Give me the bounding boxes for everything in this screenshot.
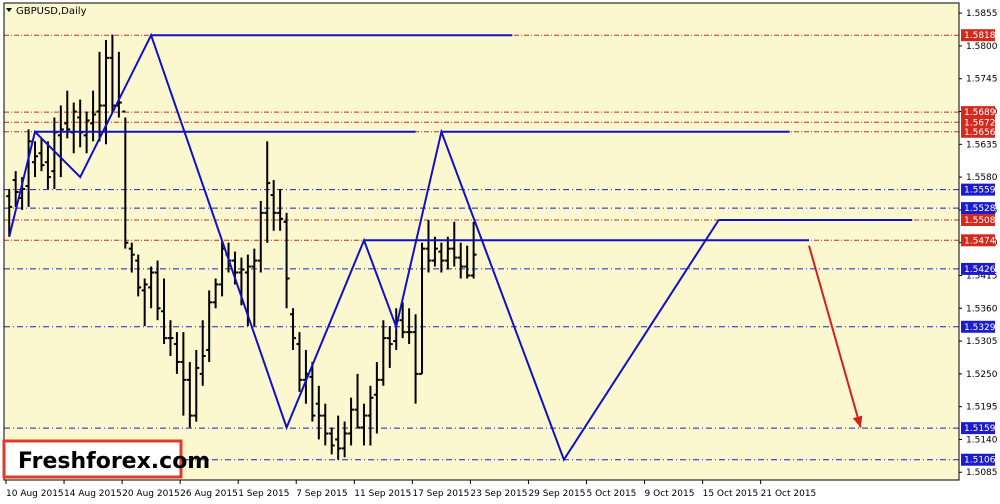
- level-price-tag-text: 1.5818: [964, 31, 996, 41]
- level-price-tag: 1.5508: [961, 214, 996, 227]
- y-tick-label: 1.5855: [966, 9, 998, 19]
- level-price-tag-text: 1.5159: [964, 424, 996, 434]
- y-tick-label: 1.5305: [966, 337, 998, 347]
- level-price-tag-text: 1.5474: [964, 236, 996, 246]
- level-price-tag: 1.5656: [961, 125, 996, 138]
- level-price-tag-text: 1.5106: [964, 456, 996, 466]
- x-tick-label: 11 Sep 2015: [354, 489, 411, 499]
- x-tick-label: 20 Aug 2015: [122, 489, 180, 499]
- x-tick-label: 1 Sep 2015: [238, 489, 289, 499]
- x-tick-label: 26 Aug 2015: [180, 489, 238, 499]
- level-price-tag-text: 1.5508: [964, 216, 996, 226]
- y-tick-label: 1.5085: [966, 468, 998, 478]
- x-tick-label: 21 Oct 2015: [761, 489, 817, 499]
- y-tick-label: 1.5580: [966, 173, 998, 183]
- symbol-header[interactable]: GBPUSD,Daily: [6, 6, 87, 17]
- x-tick-label: 23 Sep 2015: [470, 489, 527, 499]
- x-tick-label: 29 Sep 2015: [528, 489, 585, 499]
- watermark-text: Freshforex.com: [18, 449, 210, 474]
- y-tick-label: 1.5745: [966, 75, 998, 85]
- y-tick-label: 1.5140: [966, 435, 998, 445]
- level-price-tag: 1.5106: [961, 453, 996, 466]
- level-price-tag-text: 1.5656: [964, 128, 996, 138]
- level-price-tag: 1.5528: [961, 202, 996, 215]
- y-tick-label: 1.5250: [966, 370, 998, 380]
- level-price-tag: 1.5559: [961, 183, 996, 196]
- x-tick-label: 9 Oct 2015: [645, 489, 695, 499]
- price-chart: 1.58551.58001.57451.56901.56351.55801.55…: [0, 0, 1000, 500]
- level-price-tag: 1.5818: [961, 29, 996, 42]
- level-price-tag: 1.5159: [961, 422, 996, 435]
- chart-window: 1.58551.58001.57451.56901.56351.55801.55…: [0, 0, 1000, 500]
- watermark: Freshforex.com: [2, 439, 210, 479]
- level-price-tag: 1.5474: [961, 234, 996, 247]
- x-tick-label: 14 Aug 2015: [64, 489, 122, 499]
- y-tick-label: 1.5360: [966, 304, 998, 314]
- level-price-tag-text: 1.5426: [964, 265, 996, 275]
- level-price-tag: 1.5329: [961, 320, 996, 333]
- x-tick-label: 10 Aug 2015: [6, 489, 64, 499]
- level-price-tag-text: 1.5559: [964, 186, 996, 196]
- level-price-tag-text: 1.5528: [964, 204, 996, 214]
- y-tick-label: 1.5635: [966, 140, 998, 150]
- y-tick-label: 1.5195: [966, 403, 998, 413]
- x-tick-label: 17 Sep 2015: [412, 489, 469, 499]
- x-tick-label: 7 Sep 2015: [296, 489, 347, 499]
- y-tick-label: 1.5800: [966, 42, 998, 52]
- x-tick-label: 5 Oct 2015: [587, 489, 637, 499]
- x-tick-label: 15 Oct 2015: [703, 489, 759, 499]
- symbol-label: GBPUSD,Daily: [16, 6, 87, 17]
- level-price-tag-text: 1.5329: [964, 323, 996, 333]
- level-price-tag: 1.5426: [961, 262, 996, 275]
